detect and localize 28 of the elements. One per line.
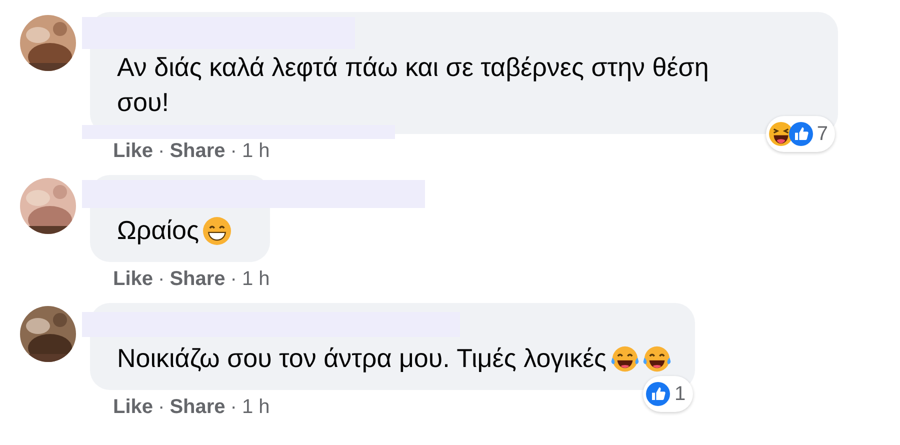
timestamp[interactable]: 1 h [242, 139, 270, 163]
laughing-face-icon [768, 122, 793, 146]
thumbs-up-icon [788, 122, 813, 146]
action-link[interactable]: Share [170, 139, 226, 163]
grinning-face-icon [203, 216, 232, 244]
tears-of-joy-icon [642, 344, 671, 372]
timestamp[interactable]: 1 h [242, 267, 270, 291]
separator-dot: · [230, 267, 237, 291]
action-link[interactable]: Like [113, 267, 154, 291]
separator-dot: · [158, 395, 165, 419]
reaction-count[interactable]: 7 [766, 116, 835, 152]
action-link[interactable]: Like [113, 395, 154, 419]
action-link[interactable]: Share [170, 267, 226, 291]
separator-dot: · [230, 139, 237, 163]
reaction-count[interactable]: 1 [643, 376, 693, 412]
comment-text: Νοικιάζω σου τον άντρα μου. Τιμές λογικές [117, 342, 607, 375]
timestamp[interactable]: 1 h [242, 395, 270, 419]
reaction-number: 7 [816, 122, 829, 147]
action-link[interactable]: Share [170, 395, 226, 419]
separator-dot: · [158, 267, 165, 291]
tears-of-joy-icon [610, 344, 639, 372]
reaction-number: 1 [674, 382, 687, 407]
separator-dot: · [230, 395, 237, 419]
thumbs-up-icon [646, 382, 670, 406]
action-link[interactable]: Like [113, 139, 154, 163]
separator-dot: · [158, 139, 165, 163]
comment-text: Αν διάς καλά λεφτά πάω και σε ταβέρνες στην θέση σου! [117, 51, 710, 119]
comment-text: Ωραίος [117, 214, 200, 247]
